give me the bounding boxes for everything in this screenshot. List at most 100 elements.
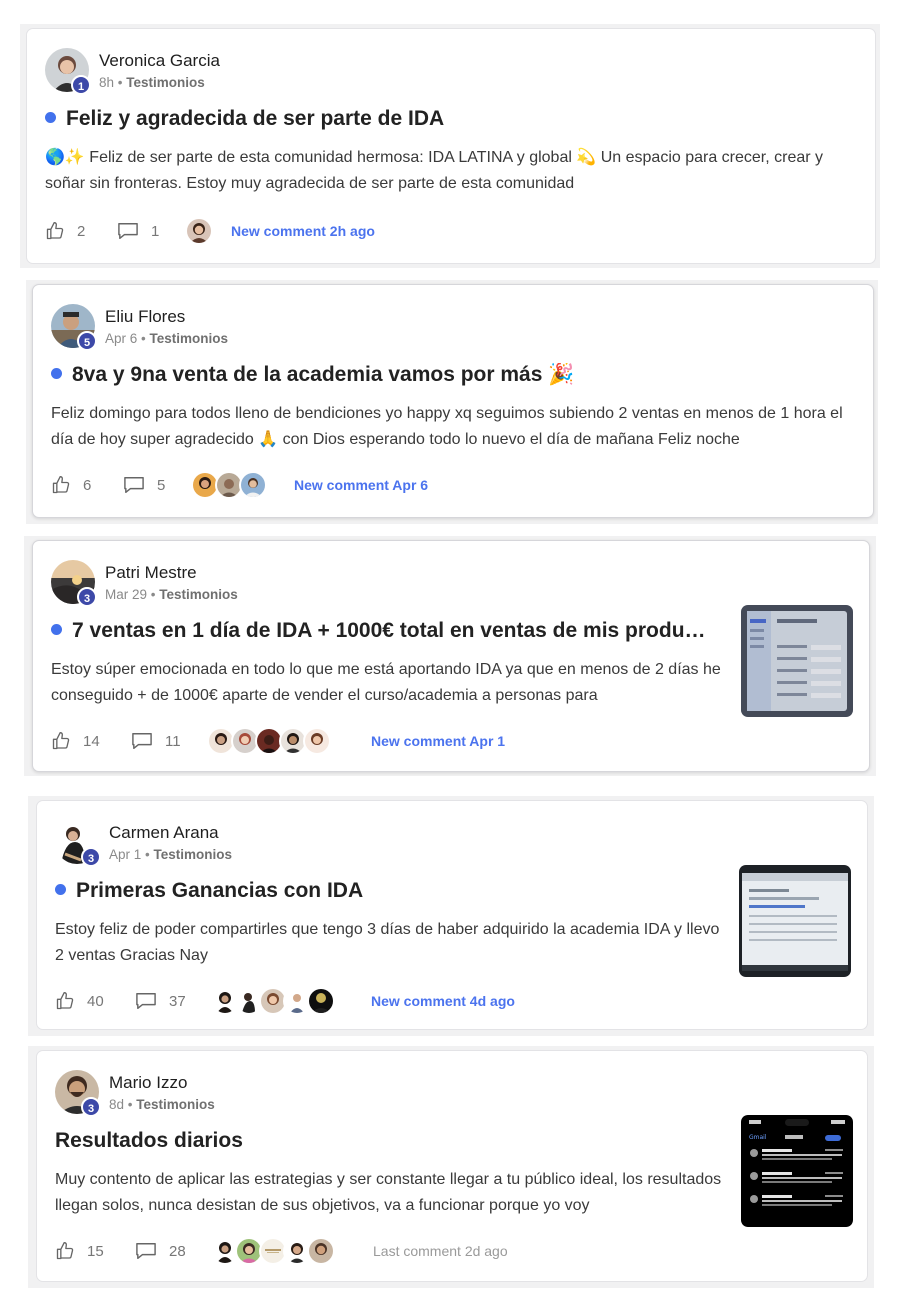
- commenter-avatar[interactable]: [307, 987, 335, 1015]
- comment-bubble-icon: [136, 993, 156, 1009]
- thumbs-up-icon: [56, 992, 74, 1010]
- thumb-caption: Gmail: [749, 1134, 767, 1141]
- post-time: Mar 29: [105, 587, 148, 602]
- comment-count: 5: [157, 476, 166, 494]
- post-category[interactable]: Testimonios: [136, 1097, 215, 1112]
- post-time: Apr 1: [109, 847, 142, 862]
- post-card[interactable]: 3 Carmen Arana Apr 1 • Testimonios Prime…: [36, 800, 868, 1030]
- comment-button[interactable]: 37: [135, 987, 186, 1015]
- thumbs-up-icon: [46, 222, 64, 240]
- post-card[interactable]: 1 Veronica Garcia 8h • Testimonios Feliz…: [26, 28, 876, 264]
- thumbs-up-icon: [52, 476, 70, 494]
- post-card[interactable]: 3 Mario Izzo 8d • Testimonios Resultados…: [36, 1050, 868, 1282]
- post-frame: 1 Veronica Garcia 8h • Testimonios Feliz…: [20, 24, 880, 268]
- comment-count: 28: [169, 1242, 186, 1260]
- activity-link[interactable]: New comment 4d ago: [371, 993, 515, 1009]
- comment-count: 1: [151, 222, 160, 240]
- comment-bubble-icon: [132, 733, 152, 749]
- comment-count: 37: [169, 992, 186, 1010]
- meta-separator: •: [127, 1097, 133, 1112]
- post-thumbnail[interactable]: [741, 605, 853, 717]
- post-title[interactable]: Primeras Ganancias con IDA: [55, 879, 363, 903]
- post-stats: 40 37 New comment 4d ago: [55, 987, 655, 1015]
- like-button[interactable]: 40: [55, 987, 104, 1015]
- author-name[interactable]: Patri Mestre: [105, 563, 197, 583]
- thumbs-up-icon: [52, 732, 70, 750]
- post-card[interactable]: 3 Patri Mestre Mar 29 • Testimonios 7 ve…: [32, 540, 870, 772]
- screenshot-thumbnail-image: [741, 605, 853, 717]
- commenter-avatar[interactable]: [185, 217, 213, 245]
- post-frame: 5 Eliu Flores Apr 6 • Testimonios 8va y …: [26, 280, 878, 524]
- post-card[interactable]: 5 Eliu Flores Apr 6 • Testimonios 8va y …: [32, 284, 874, 518]
- post-body: Feliz domingo para todos lleno de bendic…: [51, 405, 843, 448]
- post-frame: 3 Carmen Arana Apr 1 • Testimonios Prime…: [28, 796, 874, 1036]
- screenshot-thumbnail-image: [739, 865, 851, 977]
- post-category[interactable]: Testimonios: [159, 587, 238, 602]
- comment-count: 11: [165, 732, 181, 750]
- author-name[interactable]: Carmen Arana: [109, 823, 219, 843]
- phone-screenshot-thumbnail-image: Gmail: [741, 1115, 853, 1227]
- post-frame: 3 Mario Izzo 8d • Testimonios Resultados…: [28, 1046, 874, 1288]
- post-body: Muy contento de aplicar las estrategias …: [55, 1171, 722, 1214]
- post-title-text: 8va y 9na venta de la academia vamos por…: [72, 363, 575, 386]
- comment-button[interactable]: 1: [117, 217, 159, 245]
- post-title-text: 7 ventas en 1 día de IDA + 1000€ total e…: [72, 619, 713, 642]
- post-stats: 6 5 New comment Apr 6: [51, 471, 651, 499]
- commenter-avatar[interactable]: [303, 727, 331, 755]
- post-category[interactable]: Testimonios: [126, 75, 205, 90]
- meta-separator: •: [117, 75, 123, 90]
- meta-separator: •: [141, 331, 146, 346]
- post-thumbnail[interactable]: [739, 865, 851, 977]
- post-category[interactable]: Testimonios: [150, 331, 229, 346]
- like-count: 2: [77, 222, 86, 240]
- comment-button[interactable]: 5: [123, 471, 165, 499]
- post-thumbnail[interactable]: Gmail: [741, 1115, 853, 1227]
- like-button[interactable]: 15: [55, 1237, 104, 1265]
- unread-dot: [51, 624, 62, 635]
- author-name[interactable]: Eliu Flores: [105, 307, 185, 327]
- author-name[interactable]: Veronica Garcia: [99, 51, 220, 71]
- comment-bubble-icon: [118, 223, 138, 239]
- post-frame: 3 Patri Mestre Mar 29 • Testimonios 7 ve…: [24, 536, 876, 776]
- post-category[interactable]: Testimonios: [154, 847, 233, 862]
- level-badge: 3: [81, 847, 101, 867]
- post-meta: Apr 1 • Testimonios: [109, 847, 232, 862]
- like-button[interactable]: 6: [51, 471, 91, 499]
- post-stats: 15 28 Last comment 2d ago: [55, 1237, 655, 1265]
- meta-separator: •: [145, 847, 150, 862]
- post-meta: 8h • Testimonios: [99, 75, 205, 90]
- post-time: 8d: [109, 1097, 125, 1112]
- level-badge: 1: [71, 75, 91, 95]
- post-title[interactable]: 8va y 9na venta de la academia vamos por…: [51, 363, 574, 387]
- post-title[interactable]: Resultados diarios: [55, 1129, 243, 1153]
- like-count: 40: [87, 992, 104, 1010]
- post-meta: Apr 6 • Testimonios: [105, 331, 228, 346]
- activity-link[interactable]: New comment Apr 6: [294, 477, 428, 493]
- level-badge: 3: [81, 1097, 101, 1117]
- post-time: Apr 6: [105, 331, 138, 346]
- thumbs-up-icon: [56, 1242, 74, 1260]
- post-title[interactable]: Feliz y agradecida de ser parte de IDA: [45, 107, 444, 131]
- like-count: 14: [83, 732, 100, 750]
- post-meta: 8d • Testimonios: [109, 1097, 215, 1112]
- post-title-text: Primeras Ganancias con IDA: [76, 879, 364, 902]
- activity-link[interactable]: New comment Apr 1: [371, 733, 505, 749]
- unread-dot: [55, 884, 66, 895]
- commenter-avatar[interactable]: [307, 1237, 335, 1265]
- activity-link[interactable]: New comment 2h ago: [231, 223, 375, 239]
- like-count: 15: [87, 1242, 104, 1260]
- post-title[interactable]: 7 ventas en 1 día de IDA + 1000€ total e…: [51, 619, 713, 643]
- level-badge: 5: [77, 331, 97, 351]
- comment-bubble-icon: [124, 477, 144, 493]
- like-button[interactable]: 2: [45, 217, 85, 245]
- post-body: Estoy feliz de poder compartirles que te…: [55, 921, 720, 964]
- post-body: Estoy súper emocionada en todo lo que me…: [51, 661, 721, 704]
- like-button[interactable]: 14: [51, 727, 100, 755]
- activity-link[interactable]: Last comment 2d ago: [373, 1243, 508, 1259]
- comment-button[interactable]: 11: [131, 727, 181, 755]
- like-count: 6: [83, 476, 92, 494]
- author-name[interactable]: Mario Izzo: [109, 1073, 187, 1093]
- comment-bubble-icon: [136, 1243, 156, 1259]
- commenter-avatar[interactable]: [239, 471, 267, 499]
- comment-button[interactable]: 28: [135, 1237, 186, 1265]
